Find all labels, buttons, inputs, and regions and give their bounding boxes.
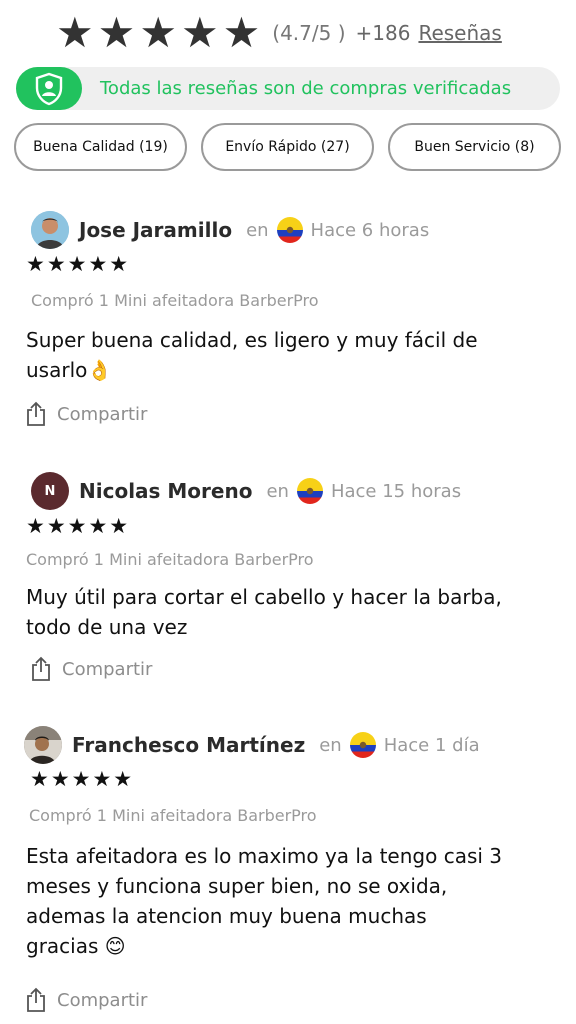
reviews-link[interactable]: Reseñas bbox=[418, 21, 501, 45]
star-icon: ★ bbox=[97, 8, 136, 57]
star-icon: ★ bbox=[56, 8, 94, 57]
review-text: Esta afeitadora es lo maximo ya la tengo… bbox=[26, 841, 556, 961]
ecuador-flag-icon bbox=[276, 217, 303, 243]
review-text-line: gracias 😊 bbox=[26, 934, 126, 958]
share-icon bbox=[27, 987, 45, 1012]
review-time: Hace 15 horas bbox=[330, 480, 462, 502]
shield-user-icon bbox=[16, 67, 82, 110]
rating-stars: ★ ★ ★ ★ ★ bbox=[56, 12, 260, 54]
review-stars: ★★★★★ bbox=[26, 514, 131, 538]
share-button[interactable]: Compartir bbox=[25, 987, 147, 1013]
review-text: Muy útil para cortar el cabello y hacer … bbox=[26, 582, 556, 642]
purchase-info: Compró 1 Mini afeitadora BarberPro bbox=[26, 550, 314, 569]
review-text-line: ademas la atencion muy buena muchas bbox=[26, 904, 427, 928]
review-location-label: en bbox=[319, 734, 342, 756]
review-stars: ★★★★★ bbox=[26, 252, 131, 276]
filter-chip-shipping[interactable]: Envío Rápido (27) bbox=[201, 123, 374, 171]
review-stars: ★★★★★ bbox=[30, 767, 135, 791]
share-label: Compartir bbox=[57, 403, 148, 425]
review-header: Jose Jaramillo en Hace 6 horas bbox=[31, 211, 429, 249]
rating-summary: ★ ★ ★ ★ ★ (4.7/5 ) +186 Reseñas bbox=[56, 12, 502, 54]
review-text: Super buena calidad, es ligero y muy fác… bbox=[26, 325, 556, 385]
star-icon: ★ bbox=[222, 8, 261, 57]
filter-chip-service[interactable]: Buen Servicio (8) bbox=[388, 123, 561, 171]
star-icon: ★ bbox=[139, 8, 177, 57]
avatar: N bbox=[31, 472, 69, 510]
review-location-label: en bbox=[266, 480, 289, 502]
review-text-line: Muy útil para cortar el cabello y hacer … bbox=[26, 585, 502, 609]
ecuador-flag-icon bbox=[349, 732, 376, 758]
avatar bbox=[24, 726, 62, 764]
review-author: Franchesco Martínez bbox=[72, 733, 306, 757]
review-location-label: en bbox=[246, 219, 269, 241]
review-time: Hace 6 horas bbox=[310, 219, 430, 241]
share-icon bbox=[27, 401, 45, 426]
share-button[interactable]: Compartir bbox=[25, 401, 147, 427]
review-author: Nicolas Moreno bbox=[79, 479, 253, 503]
review-time: Hace 1 día bbox=[383, 734, 480, 756]
review-author: Jose Jaramillo bbox=[79, 218, 233, 242]
filter-chips: Buena Calidad (19) Envío Rápido (27) Bue… bbox=[14, 123, 561, 171]
review-text-line: Super buena calidad, es ligero y muy fác… bbox=[26, 328, 478, 352]
verified-banner: Todas las reseñas son de compras verific… bbox=[16, 67, 560, 110]
review-count: +186 bbox=[355, 21, 411, 45]
share-label: Compartir bbox=[62, 658, 153, 680]
review-header: N Nicolas Moreno en Hace 15 horas bbox=[31, 472, 461, 510]
verified-text: Todas las reseñas son de compras verific… bbox=[100, 78, 512, 99]
review-text-line: Esta afeitadora es lo maximo ya la tengo… bbox=[26, 844, 503, 868]
purchase-info: Compró 1 Mini afeitadora BarberPro bbox=[31, 291, 319, 310]
star-icon: ★ bbox=[180, 8, 219, 57]
avatar bbox=[31, 211, 69, 249]
filter-chip-quality[interactable]: Buena Calidad (19) bbox=[14, 123, 187, 171]
share-label: Compartir bbox=[57, 989, 148, 1011]
rating-value: (4.7/5 ) bbox=[272, 21, 346, 45]
review-text-line: todo de una vez bbox=[26, 615, 188, 639]
review-text-line: meses y funciona super bien, no se oxida… bbox=[26, 874, 448, 898]
share-button[interactable]: Compartir bbox=[30, 656, 152, 682]
share-icon bbox=[32, 656, 50, 681]
purchase-info: Compró 1 Mini afeitadora BarberPro bbox=[29, 806, 317, 825]
review-header: Franchesco Martínez en Hace 1 día bbox=[24, 726, 480, 764]
review-text-line: usarlo👌 bbox=[26, 358, 113, 382]
ecuador-flag-icon bbox=[296, 478, 323, 504]
